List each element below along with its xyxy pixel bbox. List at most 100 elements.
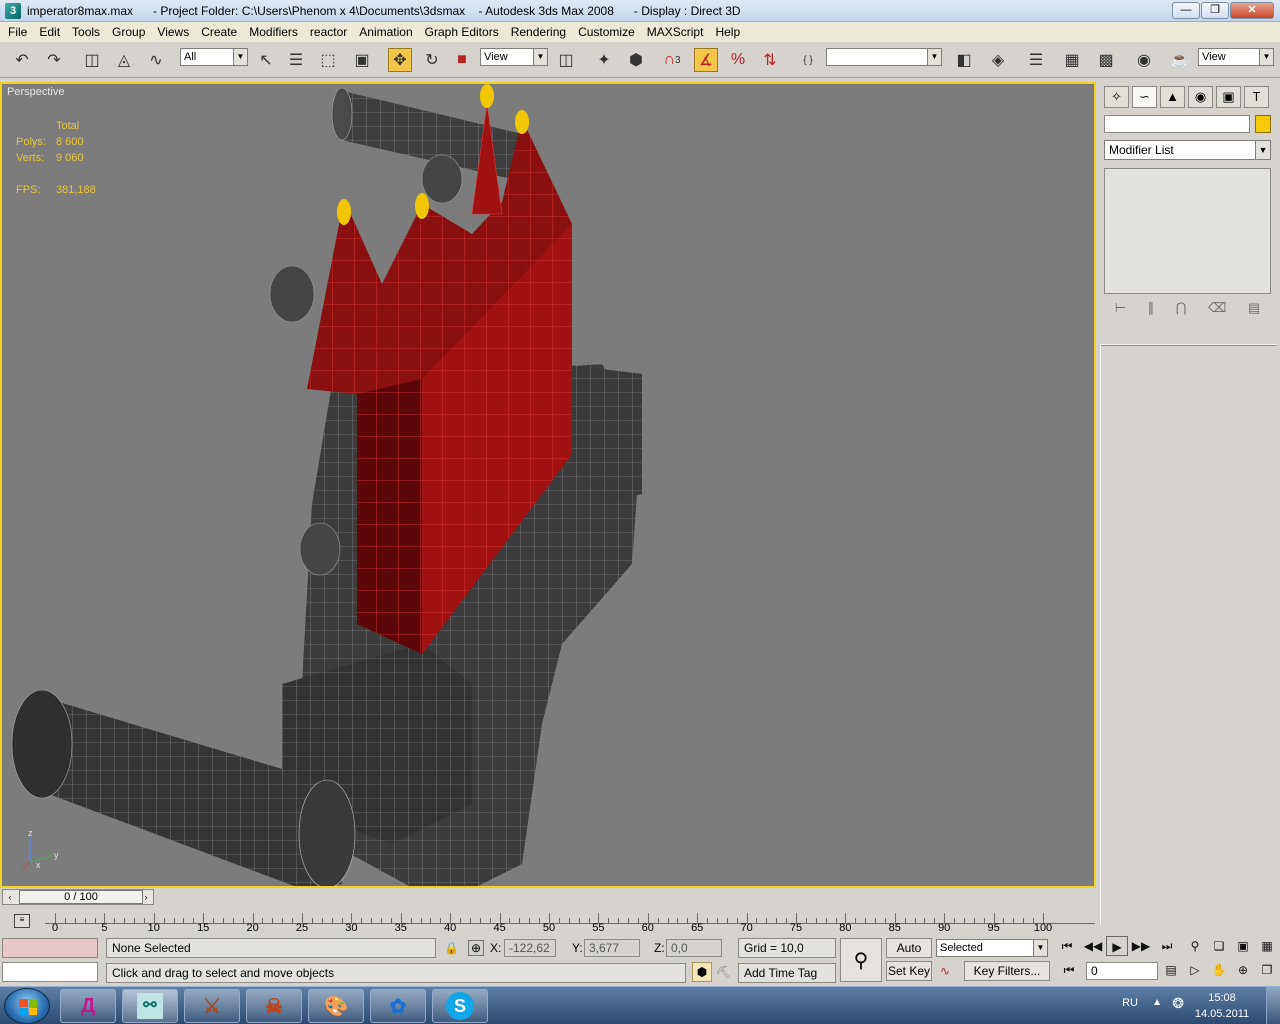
start-button[interactable]	[4, 988, 50, 1024]
spinner-snap-button[interactable]: ⇅	[758, 48, 782, 72]
redo-button[interactable]: ↷	[42, 48, 66, 72]
lock-selection-icon[interactable]: 🔒	[444, 938, 459, 958]
select-link-button[interactable]: ◫	[80, 48, 104, 72]
reference-coord-select[interactable]: View ▼	[480, 48, 548, 66]
taskbar-game-2[interactable]: ☠	[246, 989, 302, 1023]
configure-sets-icon[interactable]: ▤	[1248, 300, 1260, 320]
taskbar-agent[interactable]: Д	[60, 989, 116, 1023]
zoom-all-button[interactable]: ❏	[1208, 936, 1230, 956]
time-slider-thumb[interactable]: 0 / 100	[19, 890, 143, 904]
pivot-center-button[interactable]: ◫	[554, 48, 578, 72]
next-frame-arrow-icon[interactable]: ›	[139, 890, 153, 904]
menu-modifiers[interactable]: Modifiers	[243, 22, 304, 42]
maxscript-input[interactable]	[2, 962, 98, 982]
time-configuration-button[interactable]: ▤	[1160, 960, 1182, 980]
adaptive-degradation-icon[interactable]: ⬢	[692, 962, 712, 982]
schematic-view-button[interactable]: ▩	[1094, 48, 1118, 72]
object-name-field[interactable]	[1104, 115, 1250, 133]
taskbar-game-1[interactable]: ⚔	[184, 989, 240, 1023]
pin-stack-icon[interactable]: ⊢	[1115, 300, 1126, 320]
close-button[interactable]: ✕	[1230, 2, 1274, 19]
remove-modifier-icon[interactable]: ⌫	[1208, 300, 1226, 320]
select-rotate-button[interactable]: ↻	[420, 48, 444, 72]
menu-graph-editors[interactable]: Graph Editors	[419, 22, 505, 42]
window-crossing-button[interactable]: ▣	[350, 48, 374, 72]
menu-animation[interactable]: Animation	[353, 22, 418, 42]
key-mode-toggle-button[interactable]: ⏮	[1058, 960, 1080, 980]
align-button[interactable]: ◈	[986, 48, 1010, 72]
menu-file[interactable]: File	[2, 22, 33, 42]
render-view-select[interactable]: View ▼	[1198, 48, 1274, 66]
menu-edit[interactable]: Edit	[33, 22, 66, 42]
next-key-button[interactable]: ▶▶	[1130, 936, 1152, 956]
modifier-stack[interactable]	[1104, 168, 1271, 294]
prev-key-button[interactable]: ◀◀	[1082, 936, 1104, 956]
material-editor-button[interactable]: ◉	[1132, 48, 1156, 72]
auto-key-button[interactable]: Auto Key	[886, 938, 932, 973]
unlink-button[interactable]: ◬	[112, 48, 136, 72]
taskbar-paint[interactable]: 🎨	[308, 989, 364, 1023]
maxscript-listener-mini[interactable]	[2, 938, 98, 958]
named-selection-select[interactable]: ▼	[826, 48, 942, 66]
pan-view-button[interactable]: ✋	[1208, 960, 1230, 980]
menu-rendering[interactable]: Rendering	[505, 22, 572, 42]
menu-group[interactable]: Group	[106, 22, 151, 42]
orbit-button[interactable]: ⊕	[1232, 960, 1254, 980]
region-select-button[interactable]: ⬚	[316, 48, 340, 72]
make-unique-icon[interactable]: ⋂	[1176, 300, 1187, 320]
default-tangent-icon[interactable]: ∿	[940, 961, 950, 981]
modifier-list-select[interactable]: Modifier List ▼	[1104, 140, 1271, 160]
snaps-toggle-button[interactable]: ∩ 3	[660, 48, 684, 72]
tab-display[interactable]: ▣	[1216, 86, 1241, 108]
language-indicator[interactable]: RU	[1122, 997, 1138, 1009]
tab-create[interactable]: ✧	[1104, 86, 1129, 108]
set-key-big-button[interactable]: ⚲	[840, 938, 882, 982]
menu-create[interactable]: Create	[195, 22, 243, 42]
minimize-button[interactable]: —	[1172, 2, 1200, 19]
angle-snap-button[interactable]: ∡	[694, 48, 718, 72]
scene-render[interactable]	[2, 84, 1094, 886]
absolute-mode-icon[interactable]: ⊕	[468, 940, 484, 956]
tab-modify[interactable]: ∽	[1132, 86, 1157, 108]
show-desktop-button[interactable]	[1266, 987, 1280, 1024]
percent-snap-button[interactable]: %	[726, 48, 750, 72]
goto-end-button[interactable]: ⏭	[1156, 936, 1178, 956]
select-by-name-button[interactable]: ☰	[284, 48, 308, 72]
tab-hierarchy[interactable]: ▲	[1160, 86, 1185, 108]
prev-frame-arrow-icon[interactable]: ‹	[3, 890, 17, 904]
undo-button[interactable]: ↶	[10, 48, 34, 72]
menu-help[interactable]: Help	[709, 22, 746, 42]
zoom-button[interactable]: ⚲	[1184, 936, 1206, 956]
x-coordinate-field[interactable]: -122,62	[504, 939, 556, 957]
mirror-button[interactable]: ◧	[952, 48, 976, 72]
current-frame-field[interactable]: 0	[1086, 962, 1158, 980]
menu-customize[interactable]: Customize	[572, 22, 641, 42]
select-object-button[interactable]: ↖	[254, 48, 278, 72]
network-icon[interactable]: ❂	[1172, 995, 1184, 1012]
key-mode-select[interactable]: Selected ▼	[936, 939, 1048, 957]
tray-clock[interactable]: 15:08 14.05.2011	[1190, 990, 1254, 1022]
tab-utilities[interactable]: T	[1244, 86, 1269, 108]
select-scale-button[interactable]: ■	[450, 48, 474, 72]
play-button[interactable]: ▶	[1106, 936, 1128, 956]
goto-start-button[interactable]: ⏮	[1056, 936, 1078, 956]
bind-spacewarp-button[interactable]: ∿	[144, 48, 168, 72]
time-slider-track[interactable]: ‹ 0 / 100 ›	[2, 889, 154, 905]
z-coordinate-field[interactable]: 0,0	[666, 939, 722, 957]
edit-named-selection-button[interactable]: { }	[796, 48, 820, 72]
field-of-view-button[interactable]: ▷	[1184, 960, 1206, 980]
show-end-result-icon[interactable]: ∥	[1148, 300, 1155, 320]
viewport-label[interactable]: Perspective	[7, 86, 64, 98]
zoom-extents-button[interactable]: ▣	[1232, 936, 1254, 956]
tab-motion[interactable]: ◉	[1188, 86, 1213, 108]
selection-filter-select[interactable]: All ▼	[180, 48, 248, 66]
menu-maxscript[interactable]: MAXScript	[641, 22, 710, 42]
add-time-tag-button[interactable]: Add Time Tag	[738, 963, 836, 983]
object-color-swatch[interactable]	[1255, 115, 1271, 133]
zoom-extents-all-button[interactable]: ▦	[1256, 936, 1278, 956]
manipulate-button[interactable]: ✦	[592, 48, 616, 72]
taskbar-3dsmax[interactable]: ⚯	[122, 989, 178, 1023]
restore-button[interactable]: ❐	[1201, 2, 1229, 19]
menu-tools[interactable]: Tools	[66, 22, 106, 42]
keyboard-shortcut-override-button[interactable]: ⬢	[624, 48, 648, 72]
